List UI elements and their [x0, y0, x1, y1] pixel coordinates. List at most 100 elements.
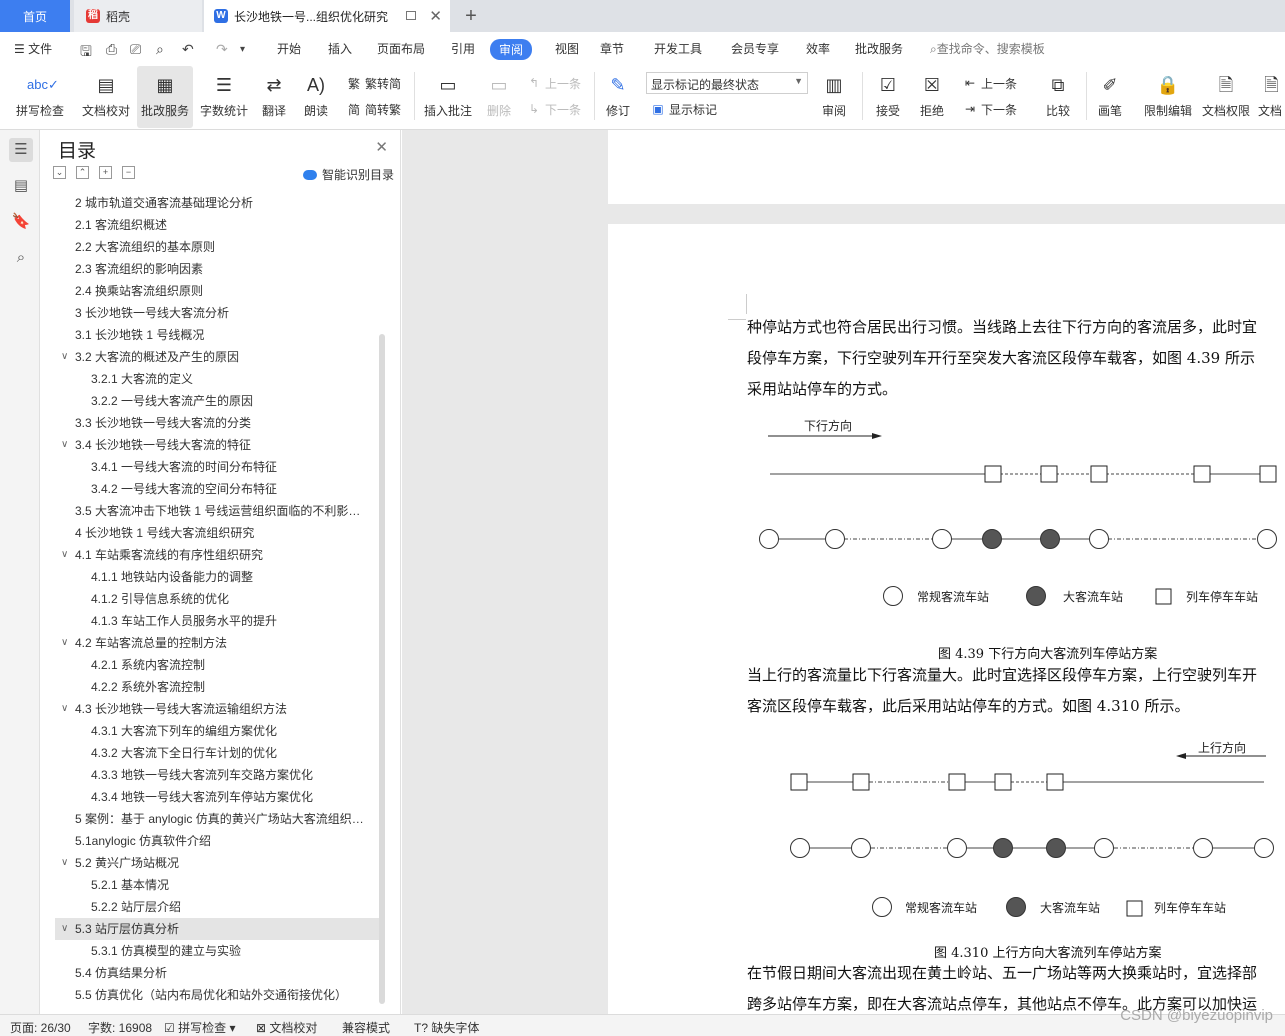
toc-item[interactable]: ∨ 5.2 黄兴广场站概况 — [55, 852, 379, 874]
quick-access-more-icon[interactable]: ▾ — [240, 44, 245, 55]
insert-comment-button[interactable]: ▭ 插入批注 — [420, 66, 476, 128]
menu-item-3[interactable]: 引用 — [451, 40, 475, 57]
search-icon[interactable]: ⌕ — [9, 246, 33, 270]
toc-item[interactable]: 3.1 长沙地铁 1 号线概况 — [55, 324, 379, 346]
doc-check-button[interactable]: ▤ 文档校对 — [76, 66, 136, 128]
toc-panel-icon[interactable]: ☰ — [9, 138, 33, 162]
prev-comment-button[interactable]: ↰ 上一条 — [526, 72, 581, 94]
compare-button[interactable]: ⧉ 比较 — [1036, 66, 1080, 128]
toc-item[interactable]: 4 长沙地铁 1 号线大客流组织研究 — [55, 522, 379, 544]
print-icon[interactable]: ⎚ — [130, 41, 141, 58]
menu-item-7[interactable]: 开发工具 — [654, 40, 702, 57]
toc-item[interactable]: 5.5 仿真优化（站内布局优化和站外交通衔接优化） — [55, 984, 379, 1006]
chevron-down-icon[interactable]: ∨ — [61, 632, 68, 654]
toc-item[interactable]: 3.5 大客流冲击下地铁 1 号线运营组织面临的不利影… — [55, 500, 379, 522]
print-preview-icon[interactable]: ⌕ — [156, 41, 164, 58]
word-count-button[interactable]: ☰ 字数统计 — [196, 66, 252, 128]
toc-item[interactable]: 3.3 长沙地铁一号线大客流的分类 — [55, 412, 379, 434]
translate-button[interactable]: ⇄ 翻译 — [254, 66, 294, 128]
toc-item[interactable]: 4.1.2 引导信息系统的优化 — [55, 588, 379, 610]
toc-item[interactable]: 4.3.1 大客流下列车的编组方案优化 — [55, 720, 379, 742]
toc-item[interactable]: 5.1anylogic 仿真软件介绍 — [55, 830, 379, 852]
window-pin-icon[interactable] — [406, 11, 416, 20]
menu-item-4[interactable]: 审阅 — [490, 39, 533, 60]
doc-permission-button[interactable]: 🗎 文档权限 — [1198, 66, 1254, 128]
toc-item[interactable]: ∨ 4.3 长沙地铁一号线大客流运输组织方法 — [55, 698, 379, 720]
menu-item-6[interactable]: 章节 — [600, 40, 624, 57]
menu-item-5[interactable]: 视图 — [555, 40, 579, 57]
toc-item[interactable]: 4.1.3 车站工作人员服务水平的提升 — [55, 610, 379, 632]
doc-more-button[interactable]: 🗎 文档 — [1258, 66, 1285, 128]
toc-item[interactable]: 2.1 客流组织概述 — [55, 214, 379, 236]
toc-item[interactable]: 3 长沙地铁一号线大客流分析 — [55, 302, 379, 324]
menu-item-10[interactable]: 批改服务 — [855, 40, 903, 57]
menu-item-2[interactable]: 页面布局 — [377, 40, 425, 57]
tab-close-icon[interactable]: ✕ — [429, 7, 442, 25]
toc-item[interactable]: 4.2.2 系统外客流控制 — [55, 676, 379, 698]
toc-item[interactable]: ∨ 3.4 长沙地铁一号线大客流的特征 — [55, 434, 379, 456]
pen-button[interactable]: ✐ 画笔 — [1092, 66, 1128, 128]
page-indicator[interactable]: 页面: 26/30 — [10, 1019, 71, 1036]
collapse-all-icon[interactable]: ⌄ — [53, 166, 66, 179]
chevron-down-icon[interactable]: ∨ — [61, 434, 68, 456]
reject-button[interactable]: ☒ 拒绝 — [912, 66, 952, 128]
toc-item[interactable]: 2.4 换乘站客流组织原则 — [55, 280, 379, 302]
toc-item[interactable]: 4.3.2 大客流下全日行车计划的优化 — [55, 742, 379, 764]
toc-item[interactable]: ∨ 3.2 大客流的概述及产生的原因 — [55, 346, 379, 368]
toc-item[interactable]: ∨ 5.3 站厅层仿真分析 — [55, 918, 379, 940]
remove-level-icon[interactable]: − — [122, 166, 135, 179]
toc-item[interactable]: ∨ 4.1 车站乘客流线的有序性组织研究 — [55, 544, 379, 566]
redo-icon[interactable]: ↷ — [216, 41, 228, 58]
trad-to-simp-button[interactable]: 繁繁转简 — [346, 72, 401, 94]
simp-to-trad-button[interactable]: 简简转繁 — [346, 98, 401, 120]
toc-item[interactable]: 2.3 客流组织的影响因素 — [55, 258, 379, 280]
toc-item[interactable]: 2 城市轨道交通客流基础理论分析 — [55, 192, 379, 214]
chevron-down-icon[interactable]: ∨ — [61, 698, 68, 720]
toc-item[interactable]: 4.3.3 地铁一号线大客流列车交路方案优化 — [55, 764, 379, 786]
menu-item-0[interactable]: 开始 — [277, 40, 301, 57]
next-comment-button[interactable]: ↳ 下一条 — [526, 98, 581, 120]
toc-item[interactable]: 3.4.2 一号线大客流的空间分布特征 — [55, 478, 379, 500]
command-search[interactable]: ⌕查找命令、搜索模板 — [930, 40, 1045, 57]
file-menu[interactable]: ☰ 文件 — [14, 40, 52, 57]
toc-item[interactable]: 4.1.1 地铁站内设备能力的调整 — [55, 566, 379, 588]
expand-all-icon[interactable]: ⌃ — [76, 166, 89, 179]
tab-document[interactable]: W 长沙地铁一号...组织优化研究 ✕ — [204, 0, 450, 32]
toc-item[interactable]: 5.2.2 站厅层介绍 — [55, 896, 379, 918]
next-change-button[interactable]: ⇥ 下一条 — [962, 98, 1017, 120]
review-pane-button[interactable]: ▥ 审阅 — [814, 66, 854, 128]
toc-item[interactable]: ∨ 4.2 车站客流总量的控制方法 — [55, 632, 379, 654]
spell-check-button[interactable]: abc✓ 拼写检查 — [8, 66, 72, 128]
smart-toc-button[interactable]: 智能识别目录 — [302, 166, 394, 183]
chevron-down-icon[interactable]: ∨ — [61, 346, 68, 368]
toc-item[interactable]: 5.4 仿真结果分析 — [55, 962, 379, 984]
chevron-down-icon[interactable]: ∨ — [61, 852, 68, 874]
markup-state-select[interactable]: 显示标记的最终状态 ▼ — [646, 72, 808, 94]
toc-item[interactable]: 5 案例：基于 anylogic 仿真的黄兴广场站大客流组织… — [55, 808, 379, 830]
toc-item[interactable]: 5.3.1 仿真模型的建立与实验 — [55, 940, 379, 962]
bookmark-icon[interactable]: 🔖 — [9, 210, 33, 234]
status-doc-check[interactable]: ⊠ 文档校对 — [256, 1019, 317, 1036]
menu-item-9[interactable]: 效率 — [806, 40, 830, 57]
track-changes-button[interactable]: ✎ 修订 — [598, 66, 638, 128]
export-pdf-icon[interactable]: ⎙ — [106, 41, 117, 58]
menu-item-8[interactable]: 会员专享 — [731, 40, 779, 57]
chevron-down-icon[interactable]: ∨ — [61, 918, 68, 940]
toc-item[interactable]: 4.3.4 地铁一号线大客流列车停站方案优化 — [55, 786, 379, 808]
prev-change-button[interactable]: ⇤ 上一条 — [962, 72, 1017, 94]
toc-item[interactable]: 3.2.2 一号线大客流产生的原因 — [55, 390, 379, 412]
toc-item[interactable]: 3.2.1 大客流的定义 — [55, 368, 379, 390]
save-icon[interactable]: 🖫 — [80, 41, 92, 65]
accept-button[interactable]: ☑ 接受 — [868, 66, 908, 128]
toc-item[interactable]: 2.2 大客流组织的基本原则 — [55, 236, 379, 258]
undo-icon[interactable]: ↶ — [182, 41, 194, 58]
restrict-edit-button[interactable]: 🔒 限制编辑 — [1140, 66, 1196, 128]
toc-item[interactable]: 4.2.1 系统内客流控制 — [55, 654, 379, 676]
tab-daoke[interactable]: 稻稻壳 — [74, 0, 202, 32]
menu-item-1[interactable]: 插入 — [328, 40, 352, 57]
tab-home[interactable]: 首页 — [0, 0, 70, 32]
outline-panel-icon[interactable]: ▤ — [9, 174, 33, 198]
toc-item[interactable]: 5.2.1 基本情况 — [55, 874, 379, 896]
close-icon[interactable]: ✕ — [375, 138, 388, 156]
read-aloud-button[interactable]: A) 朗读 — [296, 66, 336, 128]
